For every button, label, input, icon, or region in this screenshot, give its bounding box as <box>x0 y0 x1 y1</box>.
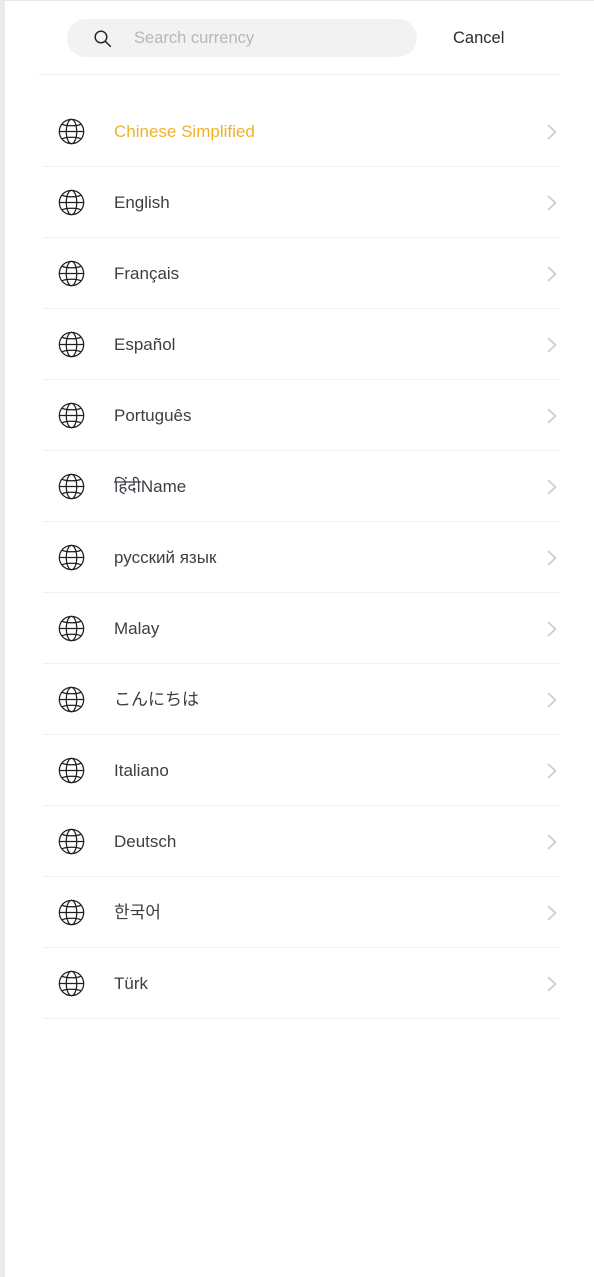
chevron-right-icon <box>547 976 557 991</box>
list-item-label: Português <box>114 405 192 425</box>
list-item-label: 한국어 <box>114 902 161 922</box>
list-item-label: Türk <box>114 973 148 993</box>
list-item-0[interactable]: Chinese Simplified <box>5 96 594 167</box>
globe-icon <box>58 118 85 145</box>
globe-icon <box>58 828 85 855</box>
chevron-right-icon <box>547 337 557 352</box>
list-item-3[interactable]: Español <box>5 309 594 380</box>
chevron-right-icon <box>547 195 557 210</box>
globe-icon <box>58 544 85 571</box>
globe-icon <box>58 970 85 997</box>
chevron-right-icon <box>547 905 557 920</box>
list-item-5[interactable]: हिंदीName <box>5 451 594 522</box>
list-item-label: Malay <box>114 618 160 638</box>
list-item-4[interactable]: Português <box>5 380 594 451</box>
globe-icon <box>58 189 85 216</box>
list-item-label: हिंदीName <box>114 476 187 496</box>
header-divider <box>38 74 561 75</box>
row-divider <box>43 1018 561 1019</box>
list-item-8[interactable]: こんにちは <box>5 664 594 735</box>
globe-icon <box>58 331 85 358</box>
globe-icon <box>58 899 85 926</box>
list-item-label: Español <box>114 334 176 354</box>
chevron-right-icon <box>547 763 557 778</box>
globe-icon <box>58 757 85 784</box>
language-list: Chinese Simplified English Français Espa… <box>5 96 594 1019</box>
search-icon <box>94 29 112 47</box>
chevron-right-icon <box>547 621 557 636</box>
globe-icon <box>58 260 85 287</box>
list-item-label: русский язык <box>114 547 217 567</box>
globe-icon <box>58 473 85 500</box>
list-item-6[interactable]: русский язык <box>5 522 594 593</box>
globe-icon <box>58 615 85 642</box>
list-item-1[interactable]: English <box>5 167 594 238</box>
list-item-label: Italiano <box>114 760 169 780</box>
chevron-right-icon <box>547 479 557 494</box>
list-item-label: こんにちは <box>114 689 199 709</box>
chevron-right-icon <box>547 834 557 849</box>
list-item-11[interactable]: 한국어 <box>5 877 594 948</box>
language-selection-screen: Cancel Chinese Simplified English <box>0 0 594 1277</box>
list-item-2[interactable]: Français <box>5 238 594 309</box>
list-item-7[interactable]: Malay <box>5 593 594 664</box>
list-item-9[interactable]: Italiano <box>5 735 594 806</box>
search-input[interactable] <box>134 19 389 57</box>
list-item-12[interactable]: Türk <box>5 948 594 1019</box>
chevron-right-icon <box>547 692 557 707</box>
list-item-label: Français <box>114 263 180 283</box>
globe-icon <box>58 686 85 713</box>
list-item-label: Deutsch <box>114 831 177 851</box>
list-item-10[interactable]: Deutsch <box>5 806 594 877</box>
cancel-button[interactable]: Cancel <box>451 24 506 53</box>
chevron-right-icon <box>547 266 557 281</box>
search-header: Cancel <box>5 1 594 75</box>
chevron-right-icon <box>547 550 557 565</box>
list-item-label: English <box>114 192 170 212</box>
list-item-label: Chinese Simplified <box>114 121 255 141</box>
chevron-right-icon <box>547 408 557 423</box>
chevron-right-icon <box>547 124 557 139</box>
globe-icon <box>58 402 85 429</box>
search-field[interactable] <box>67 19 417 57</box>
